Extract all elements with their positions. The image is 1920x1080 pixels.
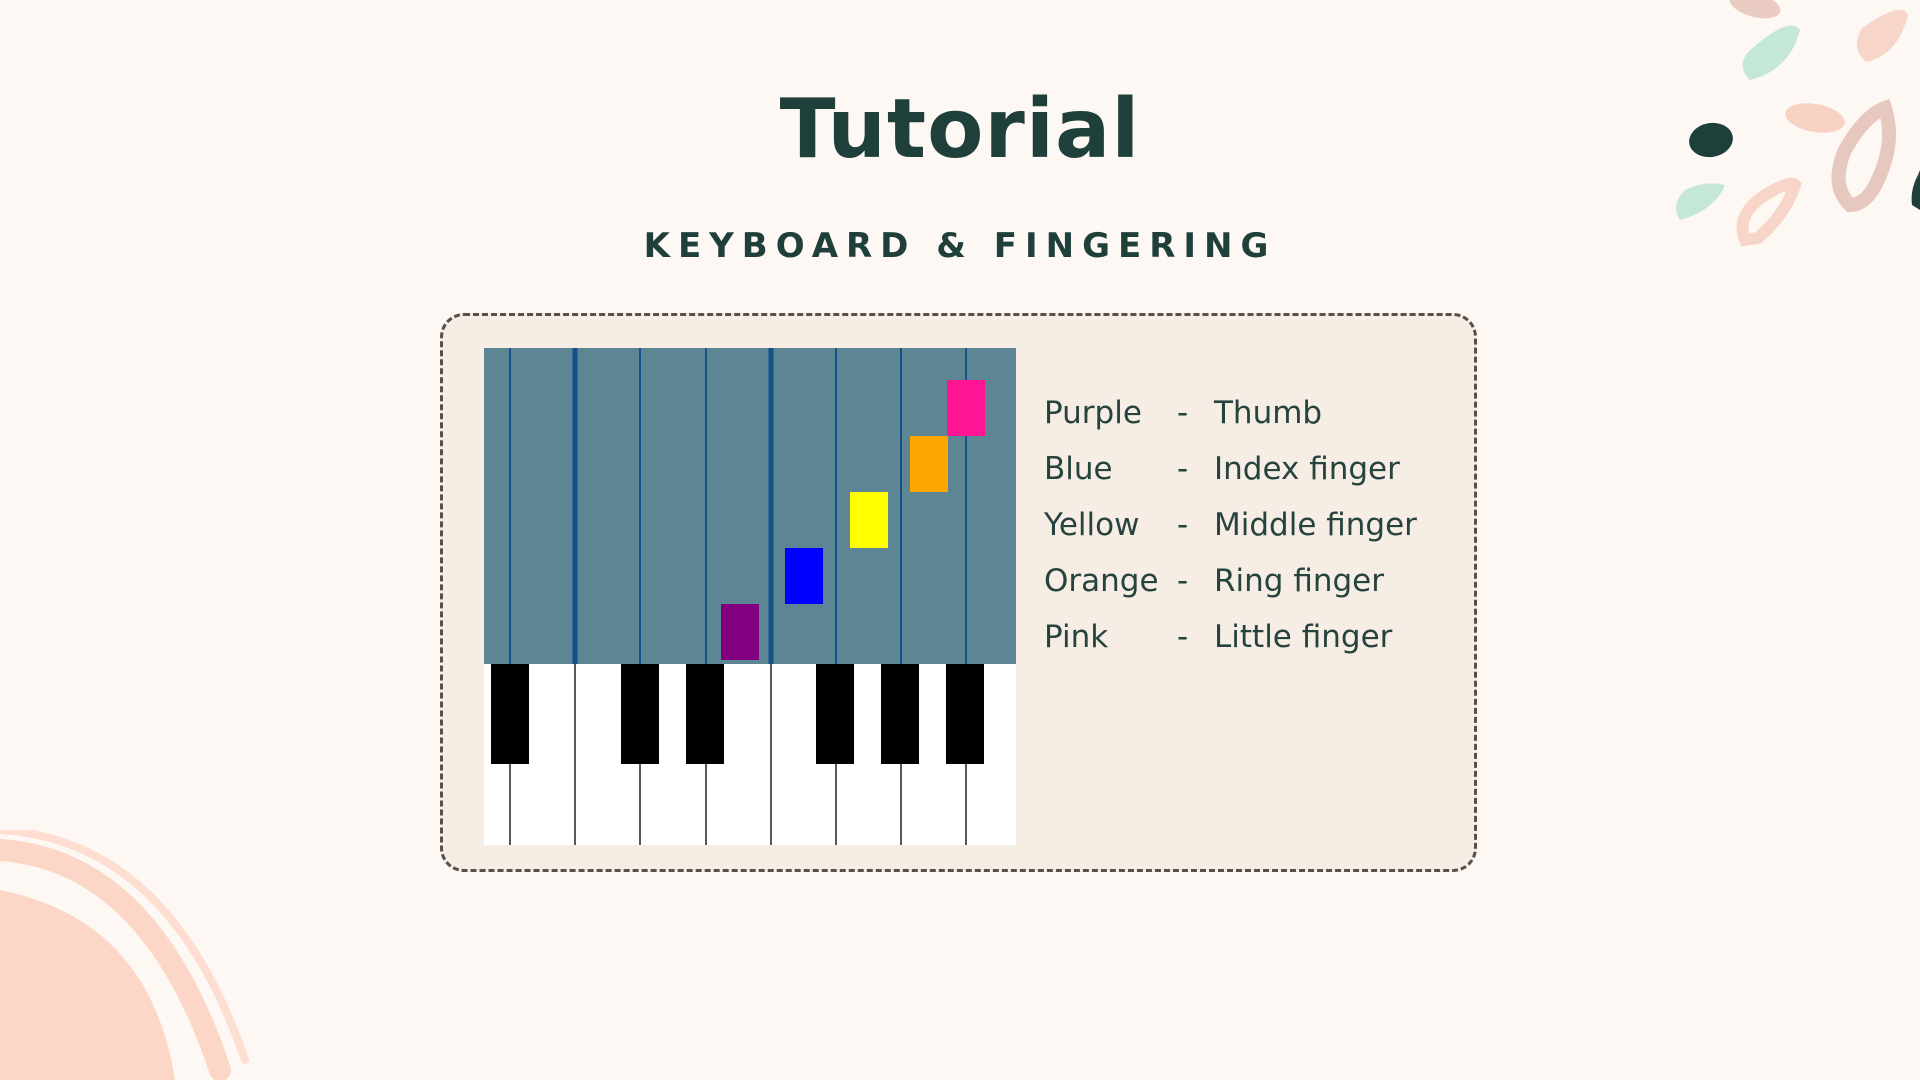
page-title: Tutorial [779, 82, 1141, 177]
legend-finger-name: Thumb [1214, 395, 1323, 431]
legend-finger-name: Ring finger [1214, 563, 1385, 599]
legend-row-blue: Blue - Index finger [1044, 441, 1464, 497]
legend-dash: - [1177, 619, 1189, 655]
note-yellow [850, 492, 888, 548]
arc-decoration-icon [0, 830, 249, 1080]
note-pink [947, 380, 985, 436]
note-blue [785, 548, 823, 604]
legend-row-orange: Orange - Ring finger [1044, 553, 1464, 609]
legend-row-yellow: Yellow - Middle finger [1044, 497, 1464, 553]
piano-illustration [484, 348, 1016, 845]
note-orange [910, 436, 948, 492]
legend-finger-name: Little finger [1214, 619, 1393, 655]
legend-finger-name: Middle finger [1214, 507, 1417, 543]
legend-color-name: Blue [1044, 451, 1113, 487]
finger-legend: Purple - Thumb Blue - Index finger Yello… [1044, 385, 1464, 665]
page-subtitle: KEYBOARD & FINGERING [643, 226, 1277, 266]
legend-color-name: Pink [1044, 619, 1109, 655]
white-keys [484, 664, 1016, 845]
legend-dash: - [1177, 395, 1189, 431]
legend-dash: - [1177, 451, 1189, 487]
legend-row-purple: Purple - Thumb [1044, 385, 1464, 441]
legend-color-name: Yellow [1044, 507, 1140, 543]
legend-finger-name: Index finger [1214, 451, 1400, 487]
legend-color-name: Orange [1044, 563, 1159, 599]
legend-dash: - [1177, 563, 1189, 599]
legend-color-name: Purple [1044, 395, 1142, 431]
note-purple [721, 604, 759, 660]
legend-dash: - [1177, 507, 1189, 543]
legend-row-pink: Pink - Little finger [1044, 609, 1464, 665]
